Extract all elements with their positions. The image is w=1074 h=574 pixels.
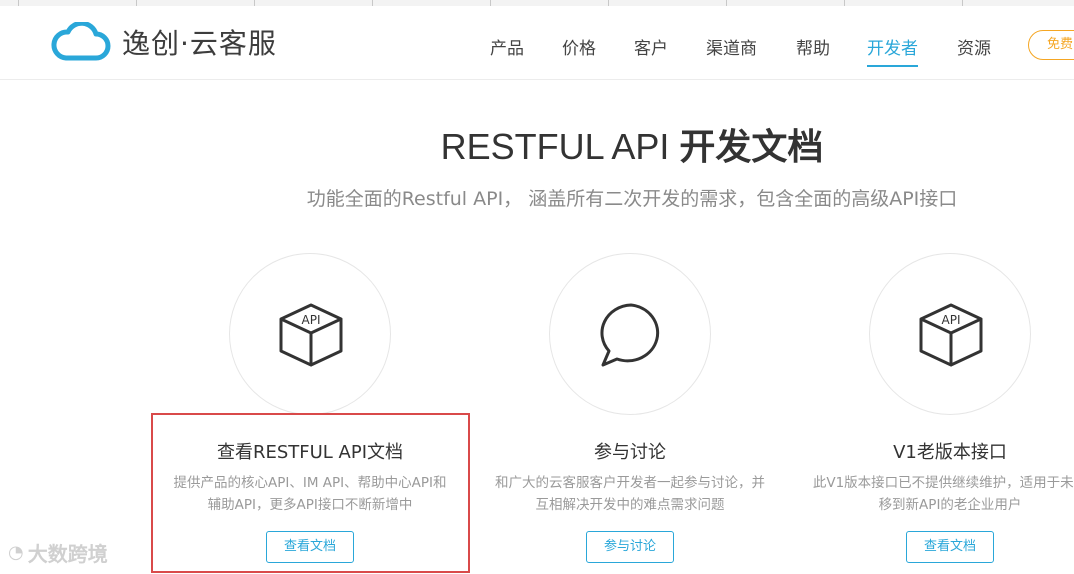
page-title-zh: 开发文档 [679, 127, 824, 168]
api-cube-icon: API [279, 303, 343, 367]
nav-item-customers[interactable]: 客户 [634, 34, 668, 59]
card-title: 参与讨论 [594, 442, 666, 463]
nav-item-help[interactable]: 帮助 [796, 34, 830, 59]
card-title: 查看RESTFUL API文档 [216, 442, 404, 463]
view-docs-button[interactable]: 查看文档 [906, 531, 994, 563]
svg-text:API: API [942, 313, 961, 327]
card-icon-circle [549, 253, 711, 415]
nav-item-pricing[interactable]: 价格 [562, 34, 596, 59]
nav-item-resources[interactable]: 资源 [957, 34, 991, 59]
page-subtitle: 功能全面的Restful API， 涵盖所有二次开发的需求，包含全面的高级API… [306, 188, 958, 210]
card-description: 此V1版本接口已不提供继续维护，适用于未迁移到新API的老企业用户 [812, 475, 1074, 513]
nav-item-channel-partners[interactable]: 渠道商 [706, 34, 757, 59]
brand-logo[interactable]: 逸创·云客服 [50, 22, 277, 62]
watermark-logo-icon: ◔ [8, 542, 24, 563]
cloud-logo-icon [51, 22, 111, 61]
page-title: RESTFUL API 开发文档 [0, 118, 1074, 170]
nav-item-products[interactable]: 产品 [490, 34, 524, 59]
card-title: V1老版本接口 [893, 442, 1007, 463]
brand-name: 逸创·云客服 [122, 27, 277, 60]
speech-bubble-icon [600, 303, 660, 367]
card-discussion: 参与讨论 和广大的云客服客户开发者一起参与讨论，并互相解决开发中的难点需求问题 … [470, 250, 790, 574]
card-description: 和广大的云客服客户开发者一起参与讨论，并互相解决开发中的难点需求问题 [495, 475, 765, 513]
svg-text:API: API [302, 313, 321, 327]
card-description: 提供产品的核心API、IM API、帮助中心API和辅助API，更多API接口不… [173, 475, 447, 513]
card-v1-legacy-api: API V1老版本接口 此V1版本接口已不提供继续维护，适用于未迁移到新API的… [790, 250, 1074, 574]
join-discussion-button[interactable]: 参与讨论 [586, 531, 674, 563]
card-icon-circle: API [229, 253, 391, 415]
view-docs-button[interactable]: 查看文档 [266, 531, 354, 563]
top-navbar: 逸创·云客服 产品 价格 客户 渠道商 帮助 开发者 资源 免费 [0, 6, 1074, 80]
watermark-text: 大数跨境 [27, 542, 108, 566]
watermark: ◔ 大数跨境 [8, 538, 108, 567]
free-trial-button[interactable]: 免费 [1028, 30, 1074, 60]
card-icon-circle: API [869, 253, 1031, 415]
card-restful-api-docs: API 查看RESTFUL API文档 提供产品的核心API、IM API、帮助… [150, 250, 470, 574]
nav-item-developers[interactable]: 开发者 [867, 34, 918, 67]
api-cube-icon: API [919, 303, 983, 367]
page-title-en: RESTFUL API [440, 126, 680, 167]
